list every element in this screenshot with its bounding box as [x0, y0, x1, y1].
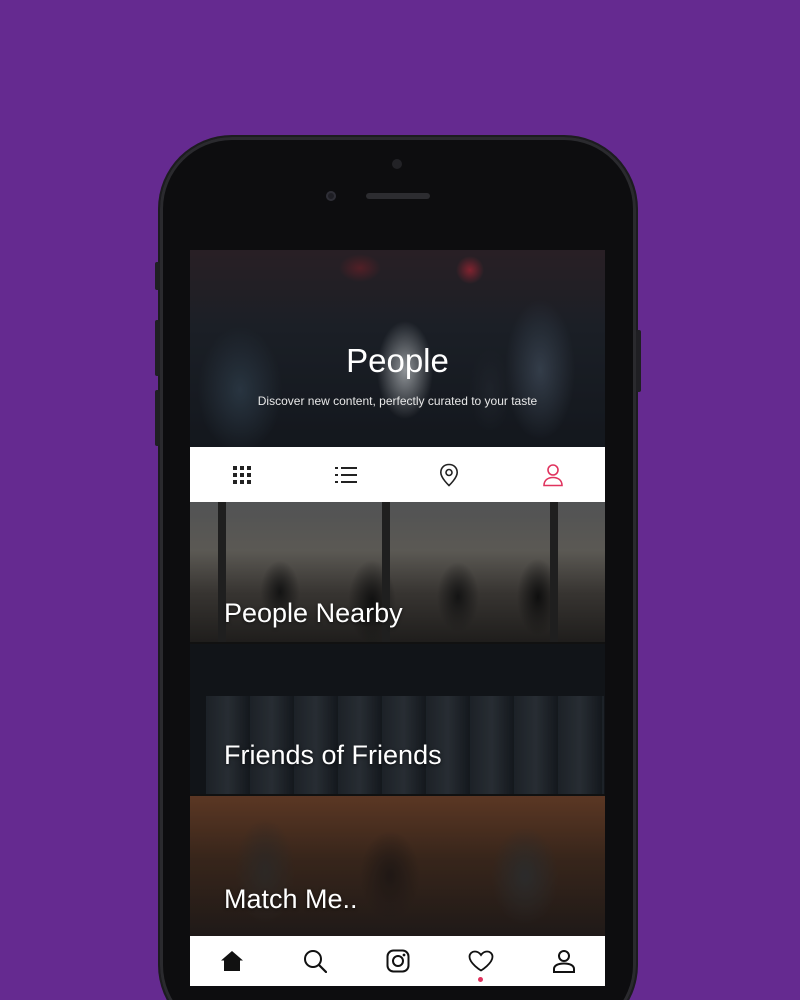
category-card-friends-of-friends[interactable]: Friends of Friends — [190, 644, 605, 794]
category-card-match-me[interactable]: Match Me.. — [190, 796, 605, 936]
earpiece-speaker — [366, 193, 430, 199]
search-icon — [303, 950, 327, 973]
tab-list[interactable] — [294, 447, 398, 502]
nav-home[interactable] — [190, 936, 273, 986]
category-card-people-nearby[interactable]: People Nearby — [190, 502, 605, 642]
profile-icon — [552, 950, 575, 973]
page-title: People — [346, 342, 449, 379]
front-camera — [392, 159, 402, 169]
page-subtitle: Discover new content, perfectly curated … — [257, 394, 538, 408]
hero-banner: People Discover new content, perfectly c… — [190, 250, 605, 447]
nav-favorites[interactable] — [439, 936, 522, 986]
view-tab-bar — [190, 447, 605, 502]
mute-switch — [155, 262, 160, 290]
home-icon — [220, 951, 243, 971]
person-icon — [543, 463, 563, 486]
instagram-icon — [386, 949, 409, 973]
heart-icon — [468, 950, 493, 972]
volume-up-button — [155, 320, 160, 376]
volume-down-button — [155, 390, 160, 446]
tab-people[interactable] — [501, 447, 605, 502]
list-icon — [334, 466, 357, 483]
active-indicator-dot — [478, 977, 483, 982]
tab-grid[interactable] — [190, 447, 294, 502]
bottom-navigation — [190, 936, 605, 986]
tab-location[interactable] — [398, 447, 502, 502]
location-pin-icon — [440, 463, 459, 487]
nav-search[interactable] — [273, 936, 356, 986]
category-label: Match Me.. — [224, 884, 358, 914]
category-label: Friends of Friends — [224, 740, 442, 770]
category-label: People Nearby — [224, 598, 403, 628]
grid-icon — [232, 465, 251, 484]
nav-camera[interactable] — [356, 936, 439, 986]
proximity-sensor — [326, 191, 336, 201]
power-button — [636, 330, 641, 392]
nav-profile[interactable] — [522, 936, 605, 986]
app-screen: People Discover new content, perfectly c… — [190, 250, 605, 986]
